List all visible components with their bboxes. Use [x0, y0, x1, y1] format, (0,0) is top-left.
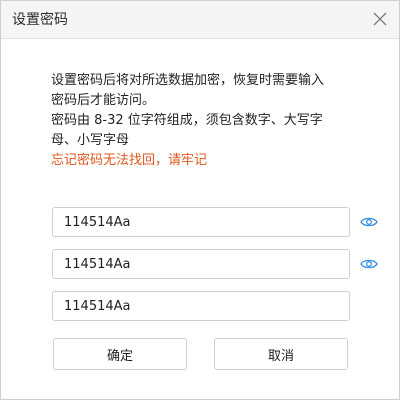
dialog-title: 设置密码 [12, 12, 68, 28]
close-icon [373, 12, 387, 26]
set-password-dialog: 设置密码 设置密码后将对所选数据加密，恢复时需要输入 密码后才能访问。 密码由 … [0, 0, 400, 400]
close-button[interactable] [369, 8, 391, 30]
info-text: 设置密码后将对所选数据加密，恢复时需要输入 密码后才能访问。 密码由 8-32 … [51, 71, 371, 171]
confirm-password-input[interactable] [53, 250, 349, 278]
cancel-button[interactable]: 取消 [214, 338, 348, 370]
password-input[interactable] [53, 208, 349, 236]
info-line-1: 设置密码后将对所选数据加密，恢复时需要输入 [51, 73, 325, 88]
password-field [52, 207, 350, 237]
info-line-2: 密码后才能访问。 [51, 93, 156, 108]
info-line-3: 密码由 8-32 位字符组成，须包含数字、大写字 [51, 113, 323, 128]
info-line-4: 母、小写字母 [51, 133, 130, 148]
third-password-field [52, 291, 350, 321]
dialog-titlebar: 设置密码 [1, 1, 399, 39]
eye-icon[interactable] [360, 258, 378, 270]
warning-text: 忘记密码无法找回，请牢记 [51, 153, 208, 168]
eye-icon[interactable] [360, 216, 378, 228]
confirm-password-field [52, 249, 350, 279]
third-password-input[interactable] [53, 292, 349, 320]
confirm-button[interactable]: 确定 [53, 338, 187, 370]
